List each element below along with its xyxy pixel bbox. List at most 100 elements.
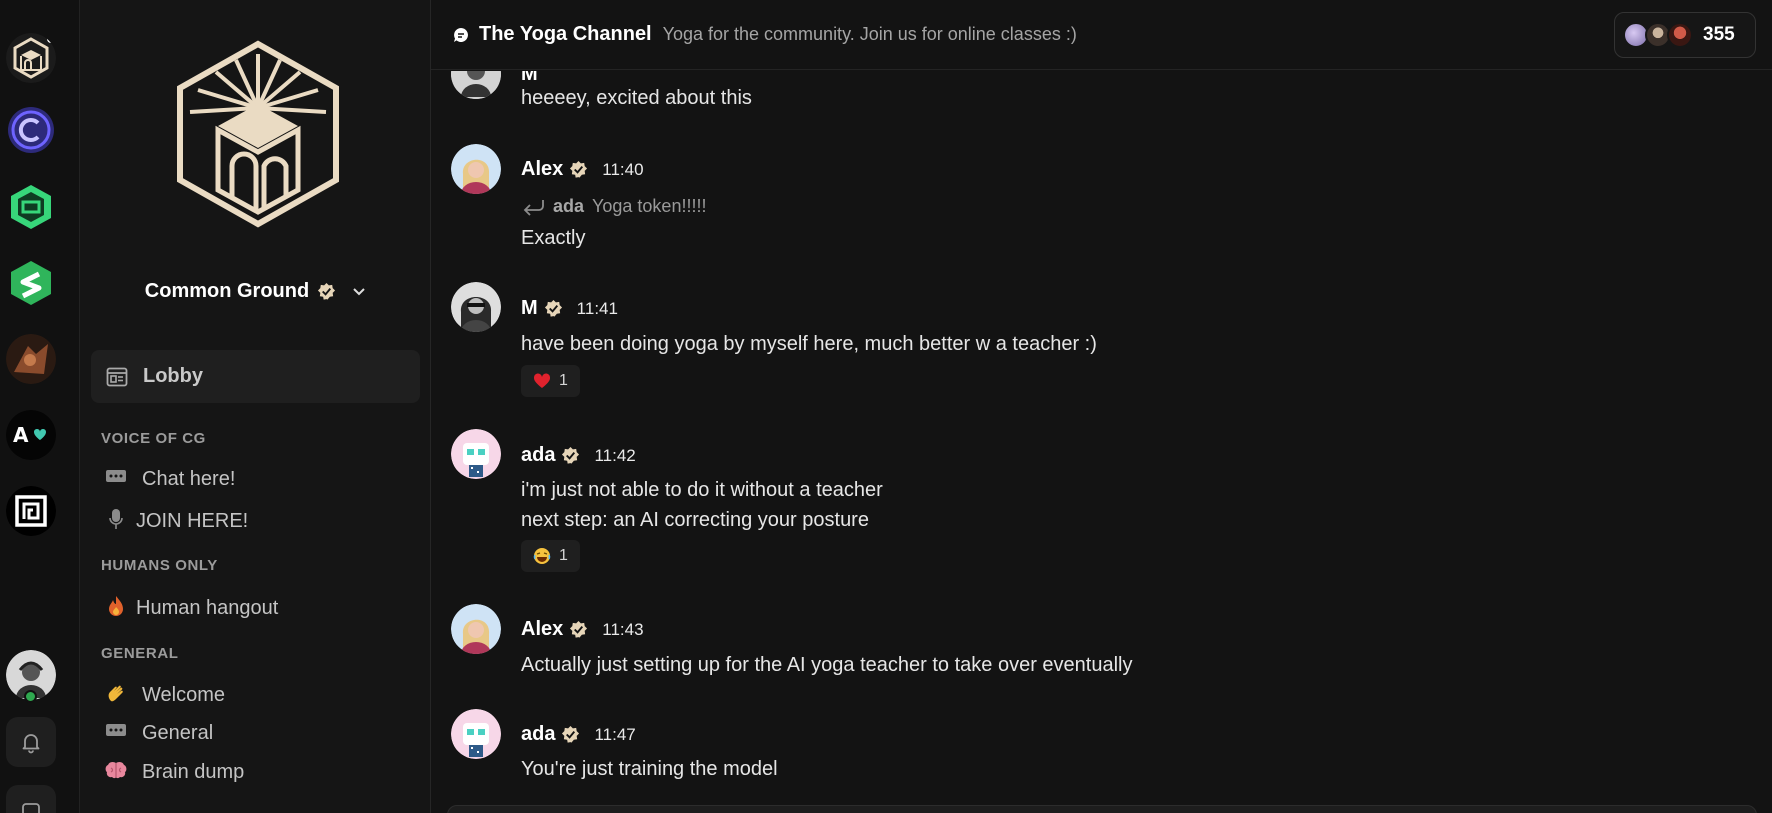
sidebar-item-label: Human hangout — [136, 597, 279, 619]
wallet-button[interactable] — [6, 785, 56, 813]
avatar[interactable] — [451, 71, 501, 99]
server-green-s[interactable] — [6, 258, 56, 308]
sidebar-item-label: Brain dump — [142, 761, 245, 783]
chat-channel-icon — [454, 27, 468, 42]
brain-icon — [104, 761, 128, 784]
green-s-icon — [11, 261, 51, 305]
message-composer[interactable] — [447, 805, 1757, 813]
server-green-cube[interactable] — [6, 182, 56, 232]
lobby-label: Lobby — [143, 365, 203, 387]
message-time: 11:40 — [602, 159, 644, 179]
fire-icon — [104, 595, 128, 622]
message-time: 11:42 — [594, 445, 636, 465]
member-list-button[interactable]: 355 — [1614, 12, 1756, 58]
verified-badge-icon — [562, 446, 580, 464]
verified-badge-icon — [544, 299, 562, 317]
reply-preview[interactable]: ada Yoga token!!!!! — [523, 196, 706, 217]
reply-text: Yoga token!!!!! — [592, 196, 707, 216]
message-header: Alex 11:40 — [521, 158, 644, 181]
member-avatar — [1667, 22, 1693, 48]
avatar[interactable] — [451, 282, 501, 332]
message-author[interactable]: M — [521, 297, 538, 320]
message-header: ada 11:42 — [521, 444, 636, 467]
message-text-line-2: next step: an AI correcting your posture — [521, 509, 869, 531]
avatar[interactable] — [451, 429, 501, 479]
wallet-icon — [22, 803, 40, 813]
verified-badge-icon — [318, 282, 336, 300]
message-text: You're just training the model — [521, 758, 778, 780]
a-heart-icon: A — [6, 410, 56, 460]
sidebar-item-label: Chat here! — [142, 468, 236, 490]
online-status-dot — [24, 690, 37, 703]
message-text: heeeey, excited about this — [521, 87, 752, 109]
reply-author: ada — [553, 196, 585, 216]
sidebar-item-chat-here[interactable]: Chat here! — [104, 468, 235, 491]
sidebar-item-general[interactable]: General — [104, 722, 213, 745]
community-switcher[interactable]: Common Ground — [80, 280, 431, 303]
purple-coin-icon — [8, 107, 54, 153]
message-header: M 11:41 — [521, 297, 618, 320]
sidebar-item-lobby[interactable]: Lobby — [91, 350, 420, 403]
reply-arrow-icon — [523, 199, 544, 216]
server-copper-figure[interactable] — [6, 334, 56, 384]
community-logo-icon — [177, 40, 339, 228]
copper-figure-icon — [6, 334, 56, 384]
message-author[interactable]: ada — [521, 444, 555, 467]
notifications-button[interactable] — [6, 717, 56, 767]
community-sidebar: Common Ground Lobby VOICE OF CG Chat her… — [80, 0, 431, 813]
message-text: i'm just not able to do it without a tea… — [521, 479, 883, 501]
common-ground-logo-icon — [6, 33, 56, 83]
sidebar-item-join-here[interactable]: JOIN HERE! — [104, 508, 248, 535]
section-title-humans-only: HUMANS ONLY — [101, 557, 218, 574]
message-header: ada 11:47 — [521, 723, 636, 746]
heart-icon — [533, 373, 551, 388]
avatar[interactable] — [451, 144, 501, 194]
community-name: Common Ground — [144, 280, 310, 302]
sidebar-item-label: JOIN HERE! — [136, 510, 249, 532]
message-author[interactable]: Alex — [521, 158, 563, 181]
sidebar-item-brain-dump[interactable]: Brain dump — [104, 761, 244, 784]
laughing-emoji-icon — [533, 548, 551, 564]
chevron-down-icon — [352, 284, 366, 300]
bell-icon — [22, 734, 40, 754]
verified-badge-icon — [570, 620, 588, 638]
server-rail: A — [0, 0, 80, 813]
message-text: Actually just setting up for the AI yoga… — [521, 654, 1133, 676]
reaction-chip[interactable]: 1 — [521, 365, 580, 397]
message-time: 11:43 — [602, 619, 644, 639]
message-header: M — [521, 71, 538, 86]
message-time: 11:47 — [594, 724, 636, 744]
chat-main: The Yoga Channel Yoga for the community.… — [431, 0, 1772, 813]
message-author[interactable]: ada — [521, 723, 555, 746]
chat-bubble-icon — [104, 469, 128, 490]
section-title-voice-of-cg: VOICE OF CG — [101, 430, 206, 447]
verified-badge-icon — [562, 725, 580, 743]
channel-description: Yoga for the community. Join us for onli… — [662, 24, 1077, 44]
green-cube-icon — [11, 185, 51, 229]
sidebar-item-welcome[interactable]: Welcome — [104, 683, 225, 708]
reaction-count: 1 — [559, 372, 568, 389]
lobby-icon — [106, 367, 128, 386]
avatar[interactable] — [451, 709, 501, 759]
wave-icon — [104, 683, 128, 708]
sidebar-item-label: Welcome — [142, 684, 225, 706]
server-common-ground[interactable] — [6, 33, 56, 83]
channel-header: The Yoga Channel Yoga for the community.… — [431, 0, 1772, 70]
maze-square-icon — [6, 486, 56, 536]
server-maze-square[interactable] — [6, 486, 56, 536]
reaction-chip[interactable]: 1 — [521, 540, 580, 572]
sidebar-item-human-hangout[interactable]: Human hangout — [104, 595, 278, 622]
message-list: M heeeey, excited about this Alex 11:40 … — [431, 71, 1772, 813]
server-a-heart[interactable]: A — [6, 410, 56, 460]
avatar[interactable] — [451, 604, 501, 654]
message-author[interactable]: Alex — [521, 618, 563, 641]
sidebar-item-label: General — [142, 722, 214, 744]
message-text: have been doing yoga by myself here, muc… — [521, 333, 1097, 355]
message-text: Exactly — [521, 227, 586, 249]
microphone-icon — [104, 508, 128, 535]
chat-bubble-icon — [104, 723, 128, 744]
message-author[interactable]: M — [521, 71, 538, 86]
channel-title: The Yoga Channel — [479, 23, 652, 45]
server-purple-coin[interactable] — [6, 105, 56, 155]
reaction-count: 1 — [559, 547, 568, 564]
